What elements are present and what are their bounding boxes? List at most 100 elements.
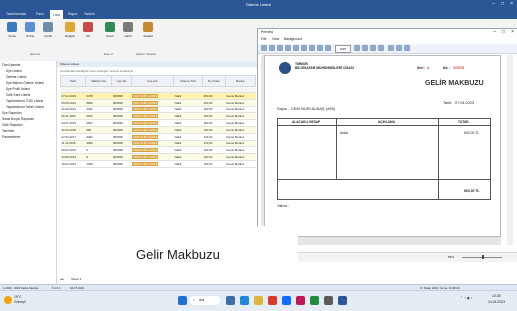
table-row[interactable]: 07.03.2017 4402 000098 CEM NURİ ALBAŞ Nakit 1… [60, 133, 256, 141]
close-icon[interactable]: × [510, 1, 513, 7]
close-preview-icon[interactable] [404, 45, 410, 51]
preview-scrollbar[interactable] [507, 55, 513, 245]
table-cell: 9378 [85, 92, 112, 100]
sidebar-item-uye-bakimi[interactable]: Üye Bakımı Ödeme Listesi [6, 81, 44, 85]
table-cell: CEM NURİ ALBAŞ [131, 92, 174, 100]
zoom-level: 85% [448, 255, 455, 259]
app-icon[interactable] [296, 296, 305, 305]
app2-icon[interactable] [310, 296, 319, 305]
design-button[interactable]: Tasarla [140, 22, 156, 38]
table-row[interactable]: 10.01.2014 1230 000098 CEM NURİ ALBAŞ Nakit 1… [60, 160, 256, 168]
start-icon[interactable] [178, 296, 187, 305]
last-page-icon[interactable] [378, 45, 384, 51]
print-button[interactable]: Yazdır [40, 22, 56, 38]
edit-button[interactable]: Değiştir [62, 22, 78, 38]
taskview-icon[interactable] [226, 296, 235, 305]
sidebar-item-ozel-islemler[interactable]: Özel İşlemler [2, 63, 21, 67]
table-row[interactable]: 08.03.2016 6 000098 CEM NURİ ALBAŞ Nakit 120,… [60, 146, 256, 155]
table-row[interactable]: 04.01.2019 2847 000098 CEM NURİ ALBAŞ Nakit 1… [60, 119, 256, 127]
open-icon[interactable] [261, 45, 267, 51]
prev-page-icon[interactable] [362, 45, 368, 51]
col-alacakli: ALACAKLI HESAP [292, 120, 321, 124]
scale-icon[interactable] [301, 45, 307, 51]
preview-canvas[interactable]: TMMOB BİLGİSAYAR MÜHENDİSLERİ ODASI Seri… [261, 55, 501, 245]
table-cell: Genel Merkez [225, 126, 256, 134]
sidebar-item-sanal-borclu[interactable]: Sanal Borçlu Raporları [2, 117, 34, 121]
delete-icon [83, 22, 93, 32]
chrome-icon[interactable] [268, 296, 277, 305]
next-page-icon[interactable] [370, 45, 376, 51]
sidebar-item-uye-listesi[interactable]: Üye Listesi [6, 69, 22, 73]
menu-file[interactable]: File [261, 37, 266, 41]
edge-icon[interactable] [240, 296, 249, 305]
sidebar-item-odeme-listesi[interactable]: Ödeme Listesi [6, 75, 26, 79]
column-header[interactable]: Banka [224, 75, 257, 87]
email-icon[interactable] [396, 45, 402, 51]
table-row[interactable]: 11.11.2016 3930 000098 CEM NURİ ALBAŞ Nakit 1… [60, 140, 256, 148]
explorer-icon[interactable] [254, 296, 263, 305]
member-name: CEM NURİ ALBAŞ [132, 127, 159, 132]
save-icon[interactable] [269, 45, 275, 51]
sheet-nav-icon[interactable]: ◂ ▸ [60, 277, 64, 281]
column-header[interactable]: Üye No [111, 75, 132, 87]
zoom-in-icon[interactable] [325, 45, 331, 51]
column-header[interactable]: Ödeme Türü [173, 75, 204, 87]
zoom-slider-thumb[interactable] [482, 255, 484, 259]
table-row[interactable]: 06.05.2022 8833 000098 CEM NURİ ALBAŞ Nakit 2… [60, 99, 256, 107]
maximize-icon[interactable]: □ [501, 1, 504, 7]
refresh-button[interactable]: Yenile [4, 22, 20, 38]
search-icon[interactable] [309, 45, 315, 51]
app4-icon[interactable] [338, 296, 347, 305]
menu-view[interactable]: View [272, 37, 279, 41]
sidebar-item-parametreler[interactable]: Parametreler [2, 135, 20, 139]
app3-icon[interactable] [324, 296, 333, 305]
close-icon[interactable]: × [511, 29, 514, 35]
maximize-icon[interactable]: □ [502, 29, 505, 35]
column-header[interactable]: Fiş Tutarı [202, 75, 226, 87]
sidebar-item-uye-profil[interactable]: Üye Profil Listesi [6, 87, 30, 91]
outlook-icon[interactable] [282, 296, 291, 305]
sidebar-item-gelir-raporlari[interactable]: Gelir Raporları [2, 123, 23, 127]
table-row[interactable]: 07.04.2023 9378 000098 CEM NURİ ALBAŞ Nakit 6… [60, 92, 256, 100]
page-setup-icon[interactable] [293, 45, 299, 51]
menu-background[interactable]: Background [284, 37, 302, 41]
tab-pano[interactable]: Pano [36, 12, 44, 16]
tray-icons[interactable]: ⌃ ◔ ◉ ♪ [460, 296, 472, 300]
column-header[interactable]: Üye Adı [130, 75, 175, 87]
sidebar-item-tanimlar[interactable]: Tanımlar [2, 129, 14, 133]
print-icon[interactable] [277, 45, 283, 51]
first-page-icon[interactable] [354, 45, 360, 51]
table-cell: CEM NURİ ALBAŞ [131, 160, 174, 168]
harfli-button[interactable]: Harfli [120, 22, 136, 38]
export-icon[interactable] [388, 45, 394, 51]
search-box[interactable]: ⌕ Ara [190, 296, 220, 305]
minimize-icon[interactable]: – [493, 29, 496, 35]
zoom-out-icon[interactable] [317, 45, 323, 51]
table-cell: Genel Merkez [225, 133, 256, 141]
sidebar-item-uye-raporlari[interactable]: Üye Raporları [2, 111, 22, 115]
column-header[interactable]: Makbuz No [84, 75, 113, 87]
table-row[interactable]: 01.09.2021 4321 000098 CEM NURİ ALBAŞ Nakit 1… [60, 106, 256, 114]
table-cell: 10.01.2014 [60, 160, 86, 168]
minimize-icon[interactable]: – [492, 1, 495, 7]
sidebar-item-yap-todi[interactable]: Yapılandırma TODİ Listesi [6, 99, 43, 103]
sidebar-item-gelir-karti[interactable]: Gelir Kartı Listesi [6, 93, 30, 97]
column-header[interactable]: Tarih [60, 75, 86, 87]
weather-icon[interactable] [4, 296, 12, 304]
search-label: Ara [199, 298, 205, 302]
sheet-tab[interactable]: Sheet 1 [71, 277, 81, 281]
tab-odeme-listesi[interactable]: Ödeme Listesi [60, 62, 79, 66]
table-row[interactable]: 08.11.2020 3612 000098 CEM NURİ ALBAŞ Nakit 1… [60, 112, 256, 121]
delete-button[interactable]: Sil [80, 22, 96, 38]
tab-tanimlamalar[interactable]: Tanımlamalar [6, 12, 26, 16]
zoom-select[interactable]: %95 [335, 45, 351, 53]
quick-print-icon[interactable] [285, 45, 291, 51]
preview-button[interactable]: Önizle [22, 22, 38, 38]
excel-button[interactable]: Excel [102, 22, 118, 38]
harfli-icon [123, 22, 133, 32]
tab-rapor[interactable]: Rapor [68, 12, 77, 16]
table-row[interactable]: 20.08.2014 9 000098 CEM NURİ ALBAŞ Nakit 100,… [60, 153, 256, 161]
table-row[interactable]: 22.03.2018 560 000098 CEM NURİ ALBAŞ Nakit 14… [60, 126, 256, 134]
tab-yardim[interactable]: Yardım [84, 12, 95, 16]
sidebar-item-yap-tahsil[interactable]: Yapılandırma Tahsil Listesi [6, 105, 44, 109]
